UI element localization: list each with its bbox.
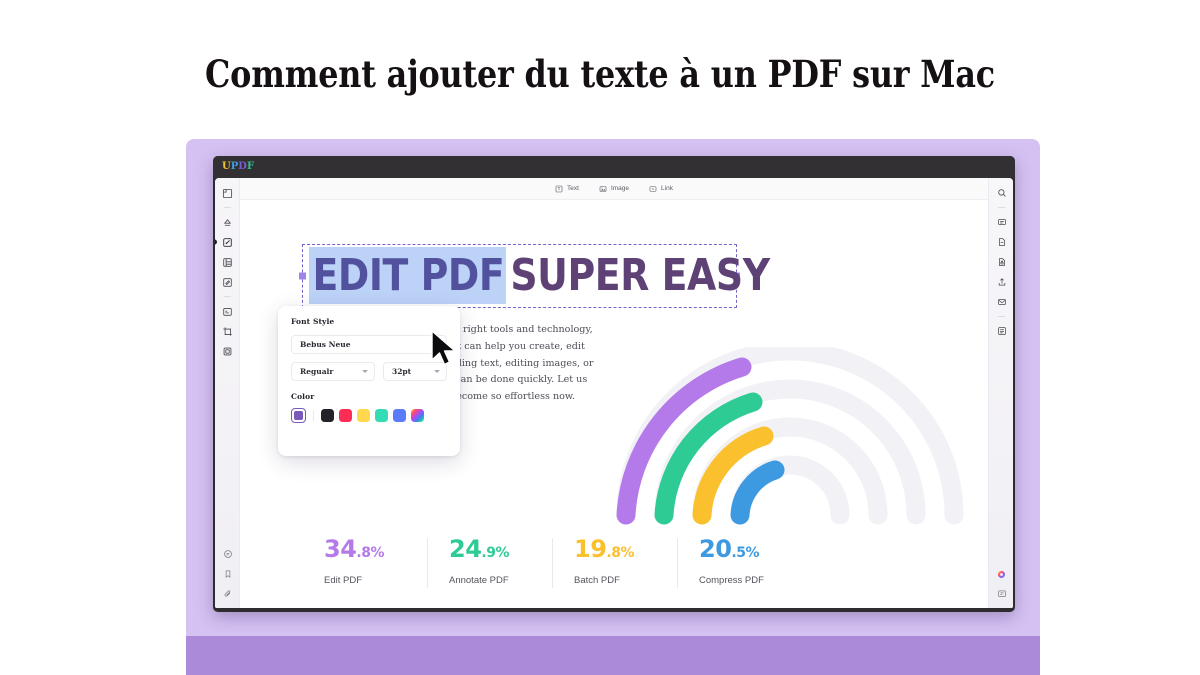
stat-item-annotate-pdf: 24.9% Annotate PDF <box>427 535 552 588</box>
color-swatch-yellow[interactable] <box>357 409 370 422</box>
font-style-title: Font Style <box>291 317 335 326</box>
copy-page-icon[interactable] <box>215 341 240 361</box>
font-weight-value: Regualr <box>300 367 334 376</box>
font-options-row: Regualr 32pt <box>291 362 447 381</box>
font-size-select[interactable]: 32pt <box>383 362 447 381</box>
chevron-down-icon <box>362 370 368 373</box>
stat-item-edit-pdf: 34.8% Edit PDF <box>302 535 427 586</box>
link-box-icon <box>649 185 657 193</box>
stat-label-annotate-pdf: Annotate PDF <box>449 575 509 586</box>
share-icon[interactable] <box>989 272 1013 292</box>
organize-pages-icon[interactable] <box>215 252 240 272</box>
logo-letter-p: P <box>230 161 239 172</box>
right-rail-divider-2 <box>989 312 1013 321</box>
form-icon[interactable] <box>215 301 240 321</box>
stat-value-compress-pdf: 20.5% <box>699 535 759 563</box>
stat-item-compress-pdf: 20.5% Compress PDF <box>677 535 802 588</box>
logo-letter-f: F <box>246 161 255 172</box>
toolbar-item-image[interactable]: Image <box>599 185 629 193</box>
chevron-down-icon-size <box>434 370 440 373</box>
headline-selected-text: EDIT PDF <box>309 247 507 304</box>
rainbow-graphic <box>612 341 968 527</box>
stat-value-edit-pdf: 34.8% <box>324 535 384 563</box>
reader-mode-icon[interactable] <box>215 212 240 232</box>
stat-label-compress-pdf: Compress PDF <box>699 575 764 586</box>
headline-text: EDIT PDF SUPER EASY <box>309 247 770 304</box>
stat-value-batch-pdf: 19.8% <box>574 535 634 563</box>
toolbar-item-link[interactable]: Link <box>649 185 673 193</box>
stat-value-annotate-pdf: 24.9% <box>449 535 509 563</box>
right-toolbar <box>988 178 1013 608</box>
stats-row: 34.8% Edit PDF 24.9% Annotate PDF 19.8% … <box>302 535 802 588</box>
window-titlebar: U P D F <box>213 156 1015 178</box>
logo-letter-u: U <box>222 161 231 172</box>
updf-logo: U P D F <box>222 161 254 173</box>
search-icon[interactable] <box>989 183 1013 203</box>
headline-rest-text: SUPER EASY <box>510 250 770 301</box>
headline-selection-box[interactable]: EDIT PDF SUPER EASY <box>299 244 770 308</box>
page-thumbnail-icon[interactable] <box>215 183 240 203</box>
ai-assistant-icon[interactable] <box>989 564 1013 584</box>
rail-divider-2 <box>215 292 239 301</box>
rail-divider <box>215 203 239 212</box>
right-rail-bottom-group <box>989 564 1013 604</box>
edit-pdf-icon[interactable] <box>215 232 240 252</box>
comment-icon[interactable] <box>215 544 240 564</box>
font-weight-select[interactable]: Regualr <box>291 362 375 381</box>
font-style-panel[interactable]: Font Style Bebus Neue Regualr 32pt Color <box>278 306 460 456</box>
font-name-input[interactable]: Bebus Neue <box>291 335 447 354</box>
color-title: Color <box>291 392 315 401</box>
crop-icon[interactable] <box>215 321 240 341</box>
toolbar-label-image: Image <box>610 185 630 192</box>
feedback-icon[interactable] <box>989 584 1013 604</box>
color-swatch-selected-fill <box>294 411 303 420</box>
stat-item-batch-pdf: 19.8% Batch PDF <box>552 535 677 588</box>
color-swatch-custom-rainbow[interactable] <box>411 409 424 422</box>
ocr-icon[interactable] <box>989 212 1013 232</box>
mail-icon[interactable] <box>989 292 1013 312</box>
color-swatches <box>291 408 447 423</box>
attachment-icon[interactable] <box>215 584 240 604</box>
color-swatch-selected[interactable] <box>291 408 306 423</box>
font-name-value: Bebus Neue <box>300 340 351 349</box>
left-toolbar <box>215 178 240 608</box>
annotate-icon[interactable] <box>215 272 240 292</box>
font-size-value: 32pt <box>392 367 412 376</box>
bottom-accent-bar <box>186 636 1040 675</box>
toolbar-item-text[interactable]: Text <box>555 185 579 193</box>
protect-icon[interactable] <box>989 252 1013 272</box>
toolbar-label-text: Text <box>567 185 579 192</box>
stat-label-batch-pdf: Batch PDF <box>574 575 620 586</box>
color-swatch-teal[interactable] <box>375 409 388 422</box>
stat-label-edit-pdf: Edit PDF <box>324 575 363 586</box>
color-swatch-red[interactable] <box>339 409 352 422</box>
image-icon <box>599 185 607 193</box>
bookmark-icon[interactable] <box>215 564 240 584</box>
page-title: Comment ajouter du texte à un PDF sur Ma… <box>204 52 995 96</box>
left-rail-bottom-group <box>215 544 240 604</box>
properties-icon[interactable] <box>989 321 1013 341</box>
convert-pdf-icon[interactable] <box>989 232 1013 252</box>
selection-handle-left[interactable] <box>299 272 306 280</box>
color-swatch-blue[interactable] <box>393 409 406 422</box>
toolbar-label-link: Link <box>661 185 673 192</box>
text-box-icon <box>555 185 563 193</box>
right-rail-divider <box>989 203 1013 212</box>
color-swatch-black[interactable] <box>321 409 334 422</box>
swatch-divider <box>313 410 314 421</box>
edit-toolbar: Text Image Link <box>240 178 988 200</box>
logo-letter-d: D <box>238 161 247 172</box>
